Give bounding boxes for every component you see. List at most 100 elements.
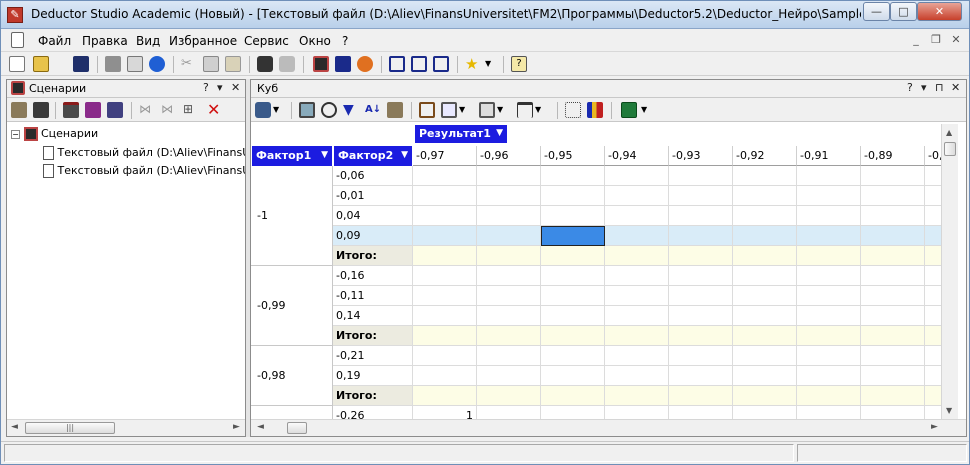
value-cell[interactable] [797, 386, 861, 406]
tree-collapse-icon[interactable]: ⋈ [161, 102, 177, 118]
value-cell[interactable] [797, 226, 861, 246]
columns-icon[interactable] [517, 102, 533, 118]
detail-icon[interactable] [565, 102, 581, 118]
value-cell[interactable] [797, 366, 861, 386]
value-cell[interactable] [477, 186, 541, 206]
value-cell[interactable] [669, 386, 733, 406]
mdi-minimize-button[interactable]: _ [906, 33, 926, 49]
value-cell[interactable] [541, 326, 605, 346]
value-cell[interactable] [541, 306, 605, 326]
tree-item[interactable]: Текстовый файл (D:\Aliev\FinansUni [43, 146, 245, 160]
value-cell[interactable] [605, 206, 669, 226]
value-cell[interactable] [541, 186, 605, 206]
value-cell[interactable] [669, 226, 733, 246]
value-cell[interactable] [605, 346, 669, 366]
value-cell[interactable] [605, 406, 669, 419]
value-cell[interactable] [669, 306, 733, 326]
close-button[interactable]: ✕ [917, 2, 962, 21]
print-icon[interactable] [105, 56, 121, 72]
value-cell[interactable] [477, 286, 541, 306]
new-icon[interactable] [9, 56, 25, 72]
tree-structure-icon[interactable]: ⊞ [183, 102, 199, 118]
collapse-toggle-icon[interactable]: − [11, 129, 20, 139]
value-cell[interactable] [541, 206, 605, 226]
cut-icon[interactable]: ✂ [181, 56, 197, 72]
export-dropdown-icon[interactable]: ▼ [641, 102, 657, 118]
value-cell[interactable] [861, 206, 925, 226]
pane-pin-button[interactable]: ▾ [217, 81, 223, 94]
properties-icon[interactable] [11, 102, 27, 118]
tile-horizontal-icon[interactable] [411, 56, 427, 72]
value-cell[interactable] [797, 286, 861, 306]
value-cell[interactable] [669, 346, 733, 366]
scroll-right-icon[interactable]: ► [233, 422, 240, 432]
value-cell[interactable] [413, 226, 477, 246]
excel-export-icon[interactable] [621, 102, 637, 118]
factor1-dropdown-icon[interactable]: ▼ [321, 146, 328, 165]
value-cell[interactable] [413, 186, 477, 206]
rows-icon[interactable] [479, 102, 495, 118]
value-cell[interactable] [733, 406, 797, 419]
value-cell[interactable] [541, 286, 605, 306]
value-cell[interactable] [669, 246, 733, 266]
value-cell[interactable] [541, 406, 605, 419]
value-cell[interactable] [733, 186, 797, 206]
value-cell[interactable] [541, 386, 605, 406]
value-cell[interactable] [861, 346, 925, 366]
table-dropdown-icon[interactable]: ▼ [459, 102, 475, 118]
layout-icon[interactable] [419, 102, 435, 118]
value-cell[interactable] [797, 306, 861, 326]
value-cell[interactable] [541, 366, 605, 386]
value-cell[interactable] [669, 406, 733, 419]
cube-scroll-thumb[interactable] [287, 422, 307, 434]
value-cell[interactable] [797, 186, 861, 206]
menu-help[interactable]: ? [342, 34, 348, 48]
column-header[interactable]: -0,97 [413, 146, 477, 166]
cube-vscrollbar[interactable]: ▲ ▼ [941, 124, 958, 419]
export-icon[interactable] [107, 102, 123, 118]
value-cell[interactable] [605, 306, 669, 326]
mdi-close-button[interactable]: ✕ [946, 33, 966, 49]
value-cell[interactable] [605, 246, 669, 266]
scroll-up-icon[interactable]: ▲ [946, 128, 952, 137]
find-next-icon[interactable] [279, 56, 295, 72]
value-cell[interactable] [605, 266, 669, 286]
column-header[interactable]: -0,92 [733, 146, 797, 166]
value-cell[interactable] [861, 386, 925, 406]
value-cell[interactable] [605, 166, 669, 186]
value-cell[interactable] [477, 166, 541, 186]
value-cell[interactable] [733, 306, 797, 326]
value-cell[interactable] [605, 326, 669, 346]
cascade-icon[interactable] [389, 56, 405, 72]
menu-view[interactable]: Вид [136, 34, 160, 48]
scenarios-icon[interactable] [313, 56, 329, 72]
value-cell[interactable] [477, 206, 541, 226]
value-cell[interactable] [733, 286, 797, 306]
menu-edit[interactable]: Правка [82, 34, 128, 48]
rows-dropdown-icon[interactable]: ▼ [497, 102, 513, 118]
value-cell[interactable] [733, 386, 797, 406]
filter-icon[interactable]: ▼ [343, 102, 359, 118]
column-header[interactable]: -0,91 [797, 146, 861, 166]
value-cell[interactable] [413, 366, 477, 386]
process-icon[interactable] [63, 102, 79, 118]
column-header[interactable]: -0,94 [605, 146, 669, 166]
scroll-down-icon[interactable]: ▼ [946, 406, 952, 415]
mdi-restore-button[interactable]: ❐ [926, 33, 946, 49]
tree-expand-icon[interactable]: ⋈ [139, 102, 155, 118]
value-cell[interactable] [605, 386, 669, 406]
value-cell[interactable] [669, 366, 733, 386]
value-cell[interactable] [797, 326, 861, 346]
value-cell[interactable] [413, 206, 477, 226]
preview-icon[interactable] [127, 56, 143, 72]
value-cell[interactable] [861, 406, 925, 419]
value-cell[interactable] [861, 306, 925, 326]
value-cell[interactable] [413, 346, 477, 366]
columns-dropdown-icon[interactable]: ▼ [535, 102, 551, 118]
tree-item[interactable]: Текстовый файл (D:\Aliev\FinansUni [43, 164, 245, 178]
zoom-icon[interactable] [321, 102, 337, 118]
copy-icon[interactable] [203, 56, 219, 72]
menu-service[interactable]: Сервис [244, 34, 289, 48]
value-cell[interactable] [669, 166, 733, 186]
value-cell[interactable] [413, 326, 477, 346]
